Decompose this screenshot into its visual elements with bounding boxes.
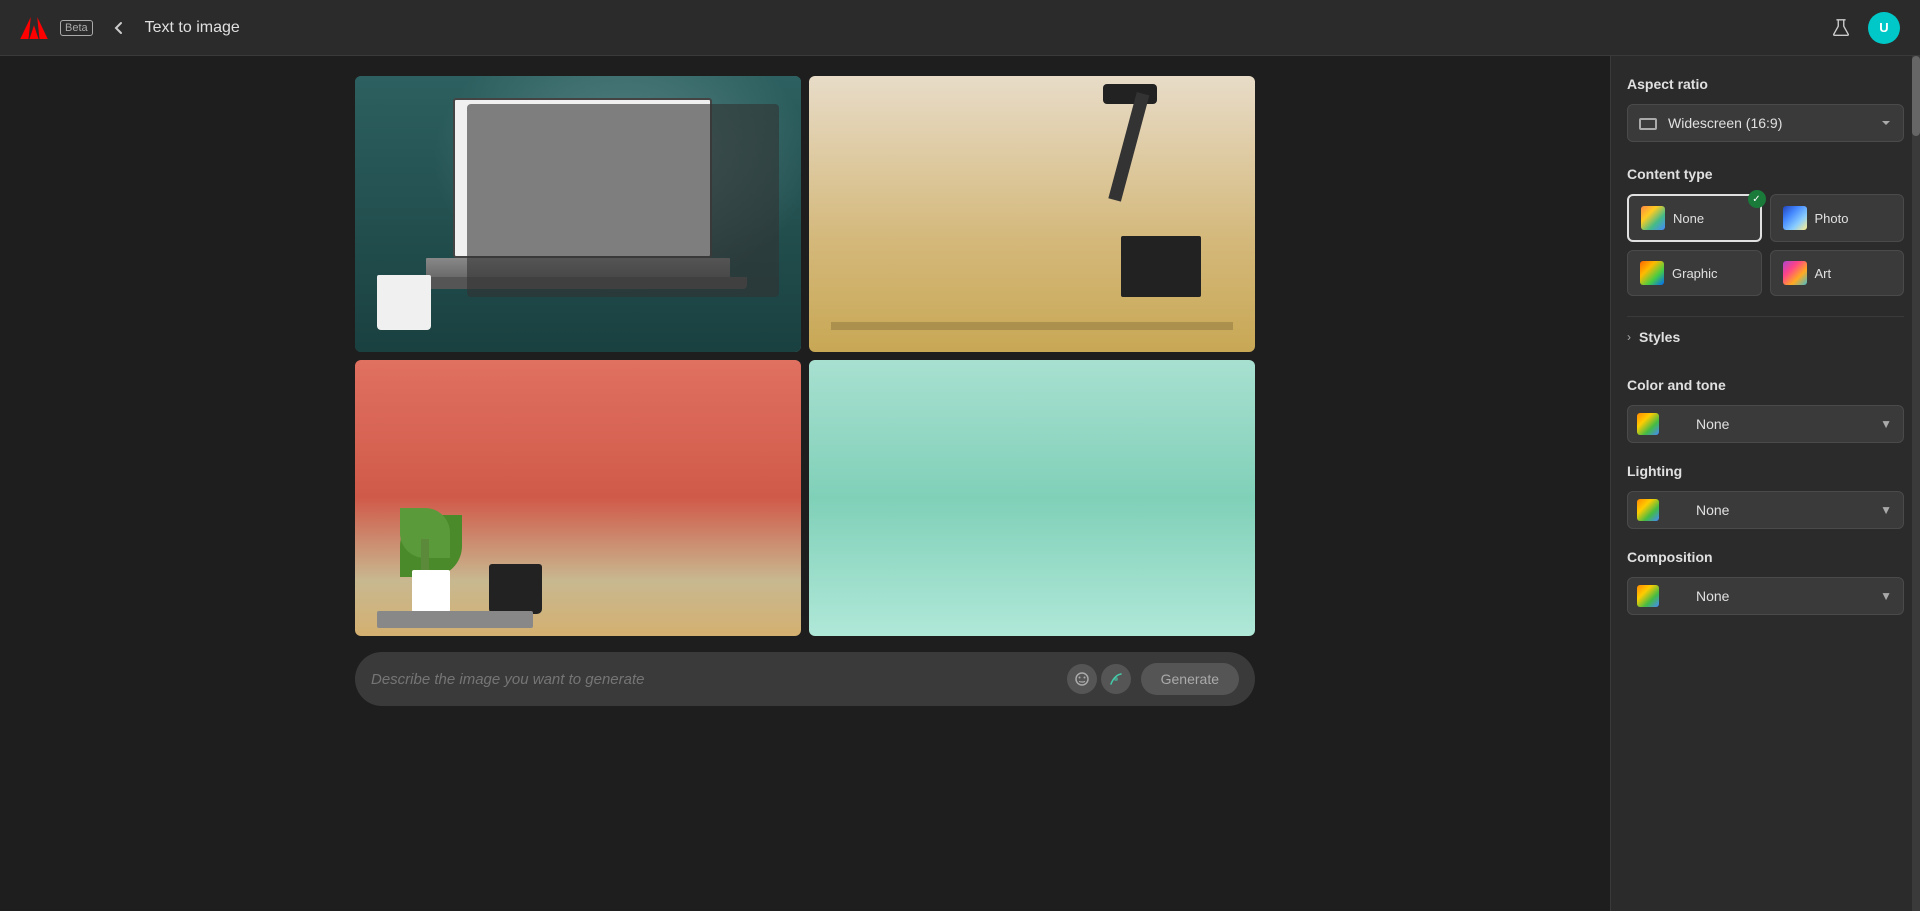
generated-image-3[interactable] <box>355 360 801 636</box>
scene-1 <box>355 76 801 352</box>
content-type-graphic[interactable]: Graphic <box>1627 250 1762 296</box>
content-type-art-label: Art <box>1815 266 1832 281</box>
prompt-icons <box>1067 664 1131 694</box>
check-badge-none: ✓ <box>1748 190 1766 208</box>
aspect-ratio-label: Aspect ratio <box>1627 76 1904 92</box>
content-type-graphic-label: Graphic <box>1672 266 1718 281</box>
topbar: Beta Text to image U <box>0 0 1920 56</box>
desk-items <box>831 322 1232 330</box>
content-type-grid: None ✓ Photo Graphic Art <box>1627 194 1904 296</box>
color-tone-btn[interactable]: None <box>1627 405 1904 443</box>
back-button[interactable] <box>105 16 133 40</box>
face-icon <box>1074 671 1090 687</box>
lighting-value: None <box>1666 502 1729 518</box>
lighting-btn[interactable]: None <box>1627 491 1904 529</box>
prompt-input[interactable] <box>371 671 1057 688</box>
content-type-art[interactable]: Art <box>1770 250 1905 296</box>
content-thumb-photo <box>1783 206 1807 230</box>
composition-btn[interactable]: None <box>1627 577 1904 615</box>
aspect-ratio-select[interactable]: Widescreen (16:9) Square (1:1) Portrait … <box>1627 104 1904 142</box>
image-grid <box>355 76 1255 636</box>
notebook <box>377 611 533 628</box>
content-thumb-none <box>1641 206 1665 230</box>
color-tone-value: None <box>1666 416 1729 432</box>
styles-header[interactable]: › Styles <box>1627 316 1904 357</box>
face-icon-button[interactable] <box>1067 664 1097 694</box>
composition-label: Composition <box>1627 549 1904 565</box>
lamp-arm <box>1108 92 1149 202</box>
adobe-logo <box>20 17 48 39</box>
scene-3 <box>355 360 801 636</box>
beta-badge: Beta <box>60 20 93 36</box>
lamp-head <box>1103 84 1157 103</box>
page-title: Text to image <box>145 19 240 37</box>
right-panel: Aspect ratio Widescreen (16:9) Square (1… <box>1610 56 1920 911</box>
avatar-initials: U <box>1879 20 1888 35</box>
color-tone-label: Color and tone <box>1627 377 1904 393</box>
content-type-label: Content type <box>1627 166 1904 182</box>
back-icon <box>111 20 127 36</box>
avatar[interactable]: U <box>1868 12 1900 44</box>
content-type-none[interactable]: None ✓ <box>1627 194 1762 242</box>
composition-value: None <box>1666 588 1729 604</box>
plant-pot <box>400 490 462 614</box>
prompt-input-wrapper: Generate <box>355 652 1255 706</box>
content-type-photo-label: Photo <box>1815 211 1849 226</box>
generated-image-4[interactable] <box>809 360 1255 636</box>
content-thumb-graphic <box>1640 261 1664 285</box>
mug <box>377 275 431 330</box>
styles-chevron-icon: › <box>1627 330 1631 344</box>
adobe-icon <box>20 17 48 39</box>
lighting-label: Lighting <box>1627 463 1904 479</box>
black-mug <box>489 564 543 614</box>
composition-dropdown[interactable]: None ▼ <box>1627 577 1904 615</box>
pot-body <box>412 570 449 613</box>
generated-image-2[interactable] <box>809 76 1255 352</box>
main-layout: Generate Aspect ratio Widescreen (16:9) … <box>0 56 1920 911</box>
styles-section: › Styles <box>1627 316 1904 357</box>
lighting-dropdown[interactable]: None ▼ <box>1627 491 1904 529</box>
content-type-photo[interactable]: Photo <box>1770 194 1905 242</box>
color-tone-section: Color and tone None ▼ <box>1627 377 1904 443</box>
scrollbar-thumb[interactable] <box>1912 56 1920 136</box>
flask-icon[interactable] <box>1830 17 1852 39</box>
composition-section: Composition None ▼ <box>1627 549 1904 615</box>
color-tone-dropdown[interactable]: None ▼ <box>1627 405 1904 443</box>
style-icon <box>1108 671 1124 687</box>
laptop-screen <box>453 98 712 258</box>
scrollbar-track <box>1912 56 1920 911</box>
topbar-right: U <box>1830 12 1900 44</box>
content-thumb-art <box>1783 261 1807 285</box>
style-icon-button[interactable] <box>1101 664 1131 694</box>
content-type-none-label: None <box>1673 211 1704 226</box>
prompt-bar: Generate <box>355 652 1255 706</box>
lighting-section: Lighting None ▼ <box>1627 463 1904 529</box>
laptop-base <box>426 258 729 280</box>
generated-image-1[interactable] <box>355 76 801 352</box>
center-content: Generate <box>0 56 1610 911</box>
aspect-ratio-dropdown[interactable]: Widescreen (16:9) Square (1:1) Portrait … <box>1627 104 1904 142</box>
laptop-keyboard <box>409 277 748 288</box>
generate-button[interactable]: Generate <box>1141 663 1239 695</box>
styles-label: Styles <box>1639 329 1680 345</box>
scene-2 <box>809 76 1255 352</box>
small-monitor <box>1121 236 1201 297</box>
